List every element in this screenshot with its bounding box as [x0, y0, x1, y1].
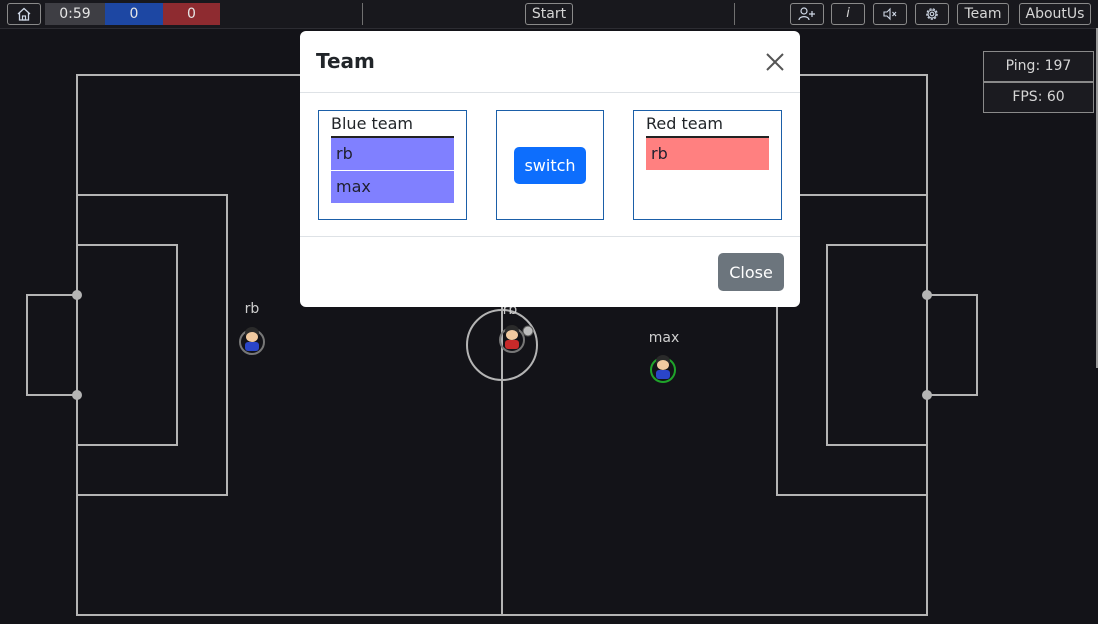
start-button[interactable]: Start: [525, 3, 573, 25]
player-name-label: max: [648, 330, 680, 346]
home-icon: [17, 7, 31, 21]
close-icon[interactable]: [764, 51, 786, 73]
fps-display: FPS: 60: [983, 82, 1094, 113]
player-blue-max: [650, 355, 676, 383]
red-team-member[interactable]: rb: [646, 138, 769, 170]
red-score: 0: [163, 3, 220, 25]
mute-icon: [883, 7, 897, 21]
modal-header: Team: [300, 31, 800, 93]
left-post-bottom: [72, 390, 82, 400]
left-penalty-area: [76, 194, 228, 496]
mute-button[interactable]: [873, 3, 907, 25]
settings-button[interactable]: [915, 3, 949, 25]
left-goal-area: [76, 244, 178, 446]
divider: [362, 3, 363, 25]
gear-icon: [926, 8, 938, 20]
match-timer: 0:59: [45, 3, 105, 25]
divider: [734, 3, 735, 25]
modal-title: Team: [316, 49, 375, 73]
player-name-label: rb: [244, 301, 260, 317]
add-user-button[interactable]: [790, 3, 824, 25]
blue-team-panel: Blue team rb max: [318, 110, 467, 220]
switch-team-button[interactable]: switch: [514, 147, 586, 184]
add-user-icon: [798, 7, 815, 21]
left-goal: [26, 294, 78, 396]
team-modal: Team Blue team rb max switch Red team rb…: [300, 31, 800, 307]
left-post-top: [72, 290, 82, 300]
team-button[interactable]: Team: [957, 3, 1009, 25]
top-bar: 0:59 0 0 Start i Team AboutUs: [0, 0, 1098, 29]
right-goal-area: [826, 244, 928, 446]
info-icon: i: [846, 6, 850, 21]
right-post-bottom: [922, 390, 932, 400]
blue-team-member[interactable]: max: [331, 171, 454, 203]
red-team-panel: Red team rb: [633, 110, 782, 220]
blue-score: 0: [105, 3, 163, 25]
right-post-top: [922, 290, 932, 300]
home-button[interactable]: [7, 3, 41, 25]
player-red-rb: [499, 325, 534, 353]
ping-display: Ping: 197: [983, 51, 1094, 82]
right-goal: [926, 294, 978, 396]
player-blue-rb: [239, 327, 265, 355]
blue-team-member[interactable]: rb: [331, 138, 454, 170]
info-button[interactable]: i: [831, 3, 865, 25]
red-team-title: Red team: [646, 114, 769, 138]
aboutus-button[interactable]: AboutUs: [1019, 3, 1091, 25]
close-button[interactable]: Close: [718, 253, 784, 291]
ball: [522, 325, 534, 337]
blue-team-title: Blue team: [331, 114, 454, 138]
